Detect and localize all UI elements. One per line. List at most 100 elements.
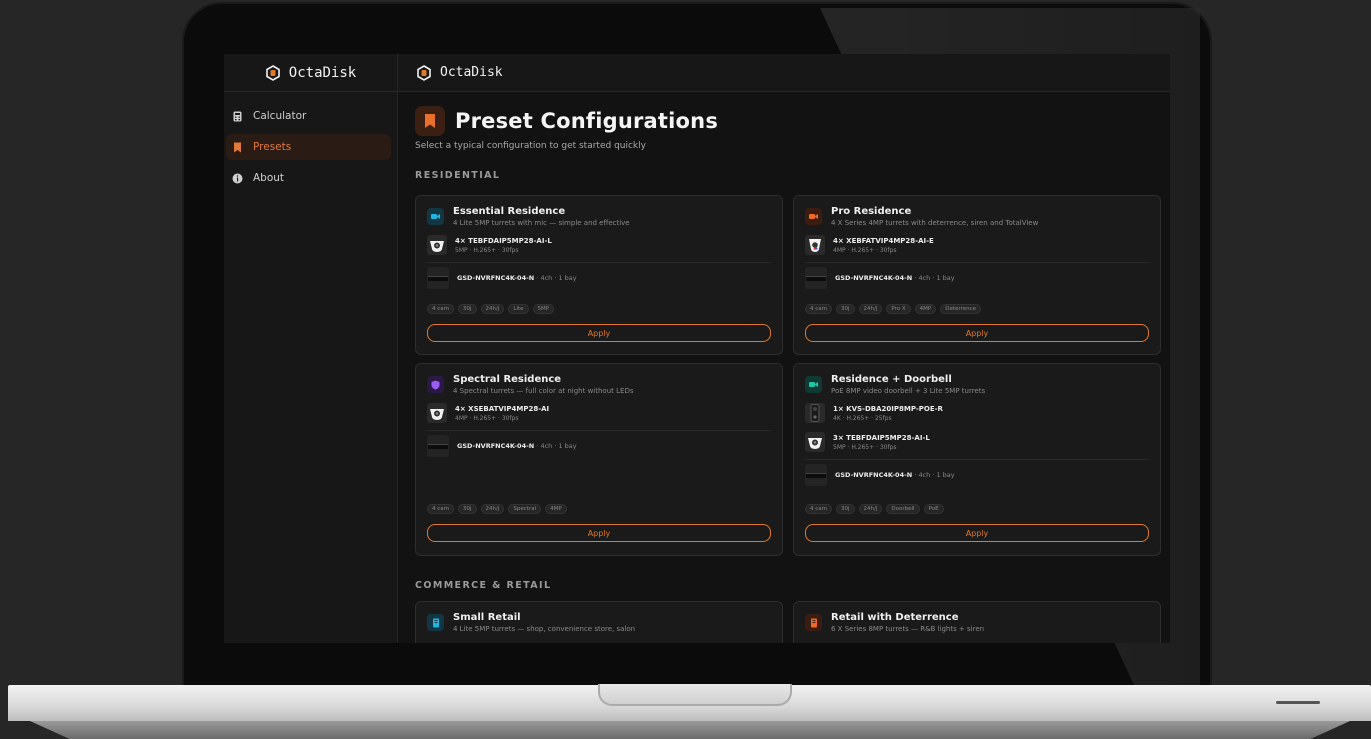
preset-card-spectral-residence: Spectral Residence 4 Spectral turrets — … — [415, 363, 783, 556]
tag: 24h/j — [480, 504, 505, 514]
tag: 30j — [458, 504, 477, 514]
app-screen: OctaDisk Calculator Presets About OctaDi… — [224, 54, 1170, 643]
tag: 30j — [836, 304, 855, 314]
tag-list: 4 cam 30j 24h/j Doorbell PoE — [805, 504, 944, 514]
preset-card-essential-residence: Essential Residence 4 Lite 5MP turrets w… — [415, 195, 783, 355]
preset-card-pro-residence: Pro Residence 4 X Series 4MP turrets wit… — [793, 195, 1161, 355]
tag: 4 cam — [427, 504, 454, 514]
section-commerce-retail: COMMERCE & RETAIL — [415, 580, 552, 591]
card-title: Pro Residence — [831, 206, 912, 217]
apply-button[interactable]: Apply — [805, 524, 1149, 542]
card-title: Spectral Residence — [453, 374, 562, 385]
sidebar-item-presets[interactable]: Presets — [226, 134, 391, 160]
camera-device-row: 4× TEBFDAIP5MP28-AI-L 5MP · H.265+ · 30f… — [427, 235, 771, 255]
topbar-brand: OctaDisk — [440, 65, 503, 80]
laptop-vent — [1276, 701, 1320, 704]
camera-device-row: 4× XEBFATVIP4MP28-AI-E 4MP · H.265+ · 30… — [805, 235, 1149, 255]
nvr-row: GSD-NVRFNC4K-04-N · 4ch · 1 bay — [427, 267, 771, 289]
nvr-specs: · 4ch · 1 bay — [536, 274, 577, 282]
brand-name: OctaDisk — [288, 64, 357, 81]
info-icon — [232, 173, 243, 184]
tag: 24h/j — [480, 304, 505, 314]
laptop-base-edge — [30, 721, 1350, 739]
card-description: 4 Spectral turrets — full color at night… — [453, 387, 634, 395]
preset-card-residence-doorbell: Residence + Doorbell PoE 8MP video doorb… — [793, 363, 1161, 556]
store-icon — [427, 614, 444, 631]
tag: 4 cam — [427, 304, 454, 314]
device-specs: 4K · H.265+ · 25fps — [833, 414, 892, 422]
nvr-recorder-icon — [427, 267, 449, 289]
nvr-recorder-icon — [805, 464, 827, 486]
video-camera-icon — [805, 376, 822, 393]
main-area: OctaDisk Preset Configurations Select a … — [398, 54, 1170, 643]
sidebar-brand[interactable]: OctaDisk — [224, 54, 397, 92]
device-specs: 5MP · H.265+ · 30fps — [455, 246, 519, 254]
nvr-name: GSD-NVRFNC4K-04-N — [835, 274, 913, 282]
octadisk-logo-icon — [416, 64, 432, 81]
octadisk-logo-icon — [265, 64, 281, 81]
tag: Lite — [508, 304, 529, 314]
presets-content: Preset Configurations Select a typical c… — [415, 106, 1165, 181]
device-specs: 5MP · H.265+ · 30fps — [833, 443, 897, 451]
apply-button[interactable]: Apply — [805, 324, 1149, 342]
tag-list: 4 cam 30j 24h/j Lite 5MP — [427, 304, 555, 314]
tag: 30j — [836, 504, 855, 514]
card-description: 4 X Series 4MP turrets with deterrence, … — [831, 219, 1039, 227]
page-title: Preset Configurations — [455, 109, 719, 133]
tag: Doorbell — [886, 504, 920, 514]
page-header: Preset Configurations — [415, 106, 1165, 136]
section-residential: RESIDENTIAL — [415, 170, 501, 181]
tag: 4 cam — [805, 504, 832, 514]
store-icon — [805, 614, 822, 631]
sidebar-item-calculator[interactable]: Calculator — [226, 103, 391, 129]
tag-list: 4 cam 30j 24h/j Pro X 4MP Deterrence — [805, 304, 981, 314]
tag: 4MP — [914, 304, 937, 314]
card-title: Retail with Deterrence — [831, 612, 959, 623]
device-name: 4× TEBFDAIP5MP28-AI-L — [455, 236, 552, 245]
sidebar-item-label: Presets — [253, 141, 292, 153]
preset-card-small-retail: Small Retail 4 Lite 5MP turrets — shop, … — [415, 601, 783, 643]
page-subtitle: Select a typical configuration to get st… — [415, 141, 646, 151]
tag: Pro X — [886, 304, 911, 314]
doorbell-device-row: 1× KVS-DBA20IP8MP-POE-R 4K · H.265+ · 25… — [805, 403, 1149, 423]
tag: 24h/j — [858, 504, 883, 514]
tag: Deterrence — [940, 304, 981, 314]
nvr-specs: · 4ch · 1 bay — [914, 471, 955, 479]
bookmark-icon — [232, 142, 243, 153]
turret-camera-icon — [427, 235, 447, 255]
tag-list: 4 cam 30j 24h/j Spectral 4MP — [427, 504, 567, 514]
nvr-specs: · 4ch · 1 bay — [914, 274, 955, 282]
nvr-row: GSD-NVRFNC4K-04-N · 4ch · 1 bay — [805, 464, 1149, 486]
turret-camera-icon — [805, 432, 825, 452]
camera-device-row: 3× TEBFDAIP5MP28-AI-L 5MP · H.265+ · 30f… — [805, 432, 1149, 452]
nvr-row: GSD-NVRFNC4K-04-N · 4ch · 1 bay — [805, 267, 1149, 289]
bookmark-icon — [415, 106, 445, 136]
card-description: 6 X Series 8MP turrets — R&B lights + si… — [831, 625, 985, 633]
card-description: 4 Lite 5MP turrets — shop, convenience s… — [453, 625, 636, 633]
device-name: 4× XEBFATVIP4MP28-AI-E — [833, 236, 934, 245]
device-name: 3× TEBFDAIP5MP28-AI-L — [833, 433, 930, 442]
tag: 24h/j — [858, 304, 883, 314]
nvr-name: GSD-NVRFNC4K-04-N — [457, 274, 535, 282]
laptop-notch — [598, 684, 792, 706]
shield-icon — [427, 376, 444, 393]
apply-button[interactable]: Apply — [427, 524, 771, 542]
doorbell-icon — [805, 403, 825, 423]
calculator-icon — [232, 111, 243, 122]
topbar: OctaDisk — [398, 54, 1170, 92]
tag: 5MP — [532, 304, 555, 314]
apply-button[interactable]: Apply — [427, 324, 771, 342]
nvr-name: GSD-NVRFNC4K-04-N — [457, 442, 535, 450]
card-description: 4 Lite 5MP turrets with mic — simple and… — [453, 219, 630, 227]
nvr-recorder-icon — [427, 435, 449, 457]
sidebar-item-about[interactable]: About — [226, 165, 391, 191]
turret-camera-icon — [805, 235, 825, 255]
tag: 30j — [458, 304, 477, 314]
card-description: PoE 8MP video doorbell + 3 Lite 5MP turr… — [831, 387, 986, 395]
tag: 4MP — [545, 504, 567, 514]
card-title: Essential Residence — [453, 206, 566, 217]
sidebar-nav: Calculator Presets About — [224, 92, 397, 191]
sidebar-item-label: About — [253, 172, 285, 184]
tag: Spectral — [508, 504, 542, 514]
card-title: Small Retail — [453, 612, 521, 623]
